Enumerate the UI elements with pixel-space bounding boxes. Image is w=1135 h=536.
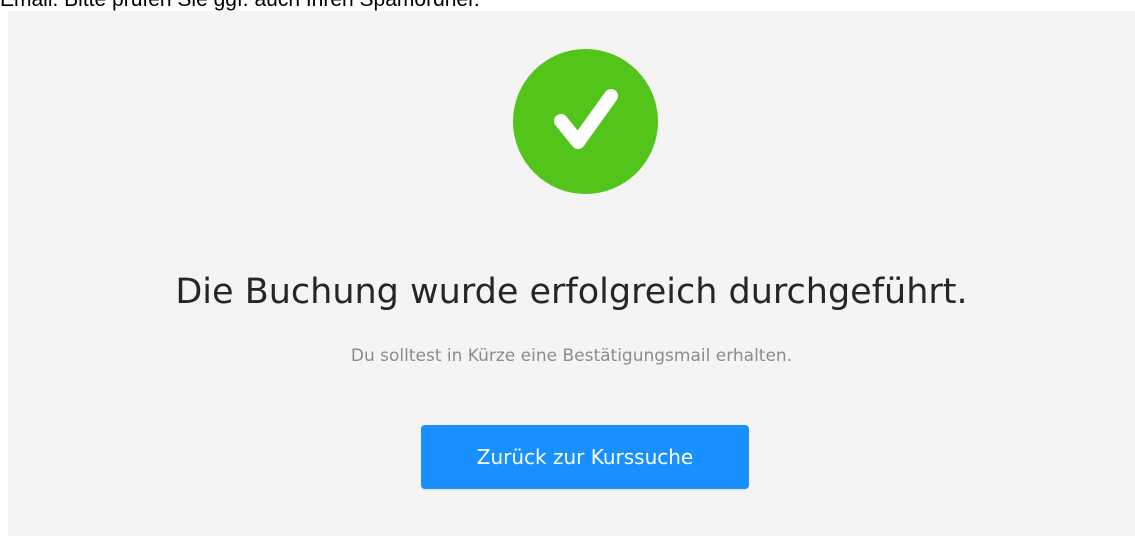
check-circle-icon [513, 49, 658, 194]
result-subtitle: Du solltest in Kürze eine Bestätigungsma… [350, 346, 793, 366]
result-panel: Die Buchung wurde erfolgreich durchgefüh… [8, 11, 1135, 536]
back-to-course-search-button[interactable]: Zurück zur Kurssuche [421, 425, 749, 489]
top-note-text: Email. Bitte prüfen Sie ggf. auch Ihren … [0, 0, 480, 11]
checkmark-icon [554, 89, 618, 149]
result-title: Die Buchung wurde erfolgreich durchgefüh… [175, 272, 968, 312]
